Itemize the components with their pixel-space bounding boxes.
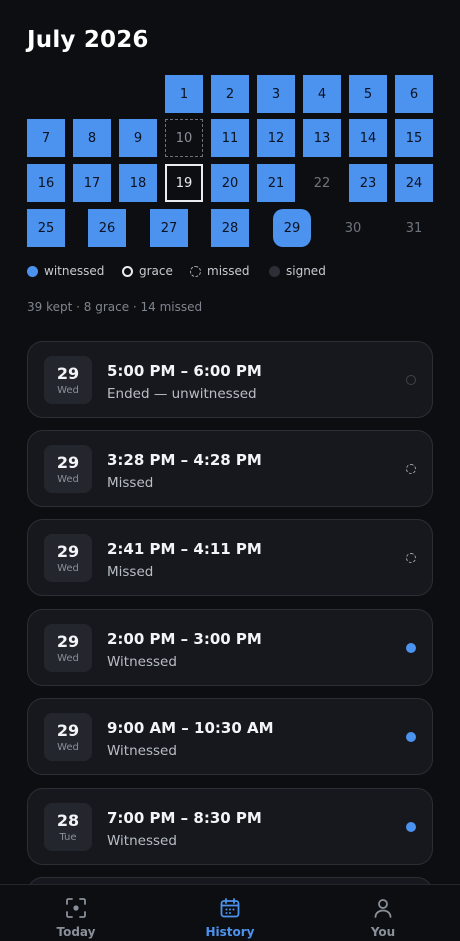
history-summary: 39 kept · 8 grace · 14 missed bbox=[27, 300, 203, 314]
session-weekday: Wed bbox=[57, 563, 79, 574]
session-status: Witnessed bbox=[107, 833, 177, 849]
missed-ring-icon bbox=[190, 265, 201, 277]
calendar-day-23[interactable]: 23 bbox=[349, 164, 387, 202]
tab-you[interactable]: You bbox=[323, 885, 443, 941]
missed-status-icon bbox=[406, 553, 416, 563]
calendar-day-25[interactable]: 25 bbox=[27, 209, 65, 247]
calendar-day-16[interactable]: 16 bbox=[27, 164, 65, 202]
calendar-day-14[interactable]: 14 bbox=[349, 119, 387, 157]
session-status: Missed bbox=[107, 475, 154, 491]
calendar-day-11[interactable]: 11 bbox=[211, 119, 249, 157]
session-weekday: Wed bbox=[57, 385, 79, 396]
calendar-day-31[interactable]: 31 bbox=[395, 209, 433, 247]
session-time: 2:00 PM – 3:00 PM bbox=[107, 630, 262, 648]
witnessed-dot-icon bbox=[27, 265, 38, 277]
session-date: 29 Wed bbox=[44, 624, 92, 672]
tab-today[interactable]: Today bbox=[16, 885, 136, 941]
session-day: 29 bbox=[56, 721, 80, 740]
calendar-day-9[interactable]: 9 bbox=[119, 119, 157, 157]
calendar-day-18[interactable]: 18 bbox=[119, 164, 157, 202]
session-time: 7:00 PM – 8:30 PM bbox=[107, 809, 262, 827]
session-day: 29 bbox=[56, 542, 80, 561]
calendar-day-19[interactable]: 19 bbox=[165, 164, 203, 202]
session-time: 3:28 PM – 4:28 PM bbox=[107, 451, 262, 469]
calendar-day-26[interactable]: 26 bbox=[88, 209, 126, 247]
calendar-day-1[interactable]: 1 bbox=[165, 75, 203, 113]
session-time: 9:00 AM – 10:30 AM bbox=[107, 719, 274, 737]
session-weekday: Wed bbox=[57, 742, 79, 753]
signed-status-icon bbox=[406, 375, 416, 385]
calendar-day-12[interactable]: 12 bbox=[257, 119, 295, 157]
calendar-day-15[interactable]: 15 bbox=[395, 119, 433, 157]
session-card[interactable]: 29 Wed 2:00 PM – 3:00 PM Witnessed bbox=[27, 609, 433, 686]
signed-dot-icon bbox=[269, 265, 280, 277]
session-day: 29 bbox=[56, 453, 80, 472]
session-card[interactable]: 29 Wed 2:41 PM – 4:11 PM Missed bbox=[27, 519, 433, 596]
calendar-day-4[interactable]: 4 bbox=[303, 75, 341, 113]
session-card[interactable]: 29 Wed 9:00 AM – 10:30 AM Witnessed bbox=[27, 698, 433, 775]
calendar-day-24[interactable]: 24 bbox=[395, 164, 433, 202]
legend-label: signed bbox=[286, 264, 326, 278]
session-card[interactable]: 29 Wed 5:00 PM – 6:00 PM Ended — unwitnesse… bbox=[27, 341, 433, 418]
tab-label: Today bbox=[56, 925, 96, 939]
session-weekday: Tue bbox=[59, 832, 77, 843]
tab-label: You bbox=[370, 925, 396, 939]
user-icon bbox=[374, 899, 392, 918]
session-day: 28 bbox=[56, 811, 80, 830]
session-time: 5:00 PM – 6:00 PM bbox=[107, 362, 262, 380]
calendar-day-29[interactable]: 29 bbox=[273, 209, 311, 247]
month-calendar: 1 2 3 4 5 6 7 8 9 10 11 12 13 14 15 16 17 18 19 20 21 22 23 24 2… bbox=[0, 0, 460, 250]
calendar-day-8[interactable]: 8 bbox=[73, 119, 111, 157]
session-card[interactable]: 29 Wed 3:28 PM – 4:28 PM Missed bbox=[27, 430, 433, 507]
session-card[interactable]: 28 Tue 7:00 PM – 8:30 PM Witnessed bbox=[27, 788, 433, 865]
calendar-day-17[interactable]: 17 bbox=[73, 164, 111, 202]
calendar-day-6[interactable]: 6 bbox=[395, 75, 433, 113]
witnessed-status-icon bbox=[406, 732, 416, 742]
calendar-icon bbox=[220, 898, 240, 918]
session-time: 2:41 PM – 4:11 PM bbox=[107, 540, 262, 558]
calendar-day-2[interactable]: 2 bbox=[211, 75, 249, 113]
missed-status-icon bbox=[406, 464, 416, 474]
legend-label: witnessed bbox=[44, 264, 105, 278]
legend-label: missed bbox=[207, 264, 250, 278]
calendar-day-10[interactable]: 10 bbox=[165, 119, 203, 157]
session-status: Witnessed bbox=[107, 743, 177, 759]
session-weekday: Wed bbox=[57, 474, 79, 485]
session-status: Missed bbox=[107, 564, 154, 580]
calendar-day-30[interactable]: 30 bbox=[334, 209, 372, 247]
legend-grace: grace bbox=[122, 264, 173, 278]
session-date: 28 Tue bbox=[44, 803, 92, 851]
legend-label: grace bbox=[139, 264, 173, 278]
session-date: 29 Wed bbox=[44, 713, 92, 761]
session-day: 29 bbox=[56, 364, 80, 383]
session-day: 29 bbox=[56, 632, 80, 651]
focus-icon bbox=[66, 898, 86, 918]
session-date: 29 Wed bbox=[44, 534, 92, 582]
bottom-tab-bar: Today History You bbox=[0, 884, 460, 941]
legend-witnessed: witnessed bbox=[27, 264, 104, 278]
session-date: 29 Wed bbox=[44, 356, 92, 404]
grace-ring-icon bbox=[122, 265, 133, 277]
legend-missed: missed bbox=[190, 264, 250, 278]
session-date: 29 Wed bbox=[44, 445, 92, 493]
calendar-day-21[interactable]: 21 bbox=[257, 164, 295, 202]
session-status: Ended — unwitnessed bbox=[107, 386, 257, 402]
calendar-day-13[interactable]: 13 bbox=[303, 119, 341, 157]
calendar-day-5[interactable]: 5 bbox=[349, 75, 387, 113]
tab-label: History bbox=[205, 925, 255, 939]
session-weekday: Wed bbox=[57, 653, 79, 664]
calendar-legend: witnessed grace missed signed bbox=[27, 264, 447, 280]
calendar-day-20[interactable]: 20 bbox=[211, 164, 249, 202]
calendar-day-22[interactable]: 22 bbox=[303, 164, 341, 202]
session-status: Witnessed bbox=[107, 654, 177, 670]
tab-history[interactable]: History bbox=[170, 885, 290, 941]
calendar-day-28[interactable]: 28 bbox=[211, 209, 249, 247]
witnessed-status-icon bbox=[406, 822, 416, 832]
calendar-day-27[interactable]: 27 bbox=[150, 209, 188, 247]
legend-signed: signed bbox=[269, 264, 326, 278]
witnessed-status-icon bbox=[406, 643, 416, 653]
calendar-day-3[interactable]: 3 bbox=[257, 75, 295, 113]
calendar-day-7[interactable]: 7 bbox=[27, 119, 65, 157]
